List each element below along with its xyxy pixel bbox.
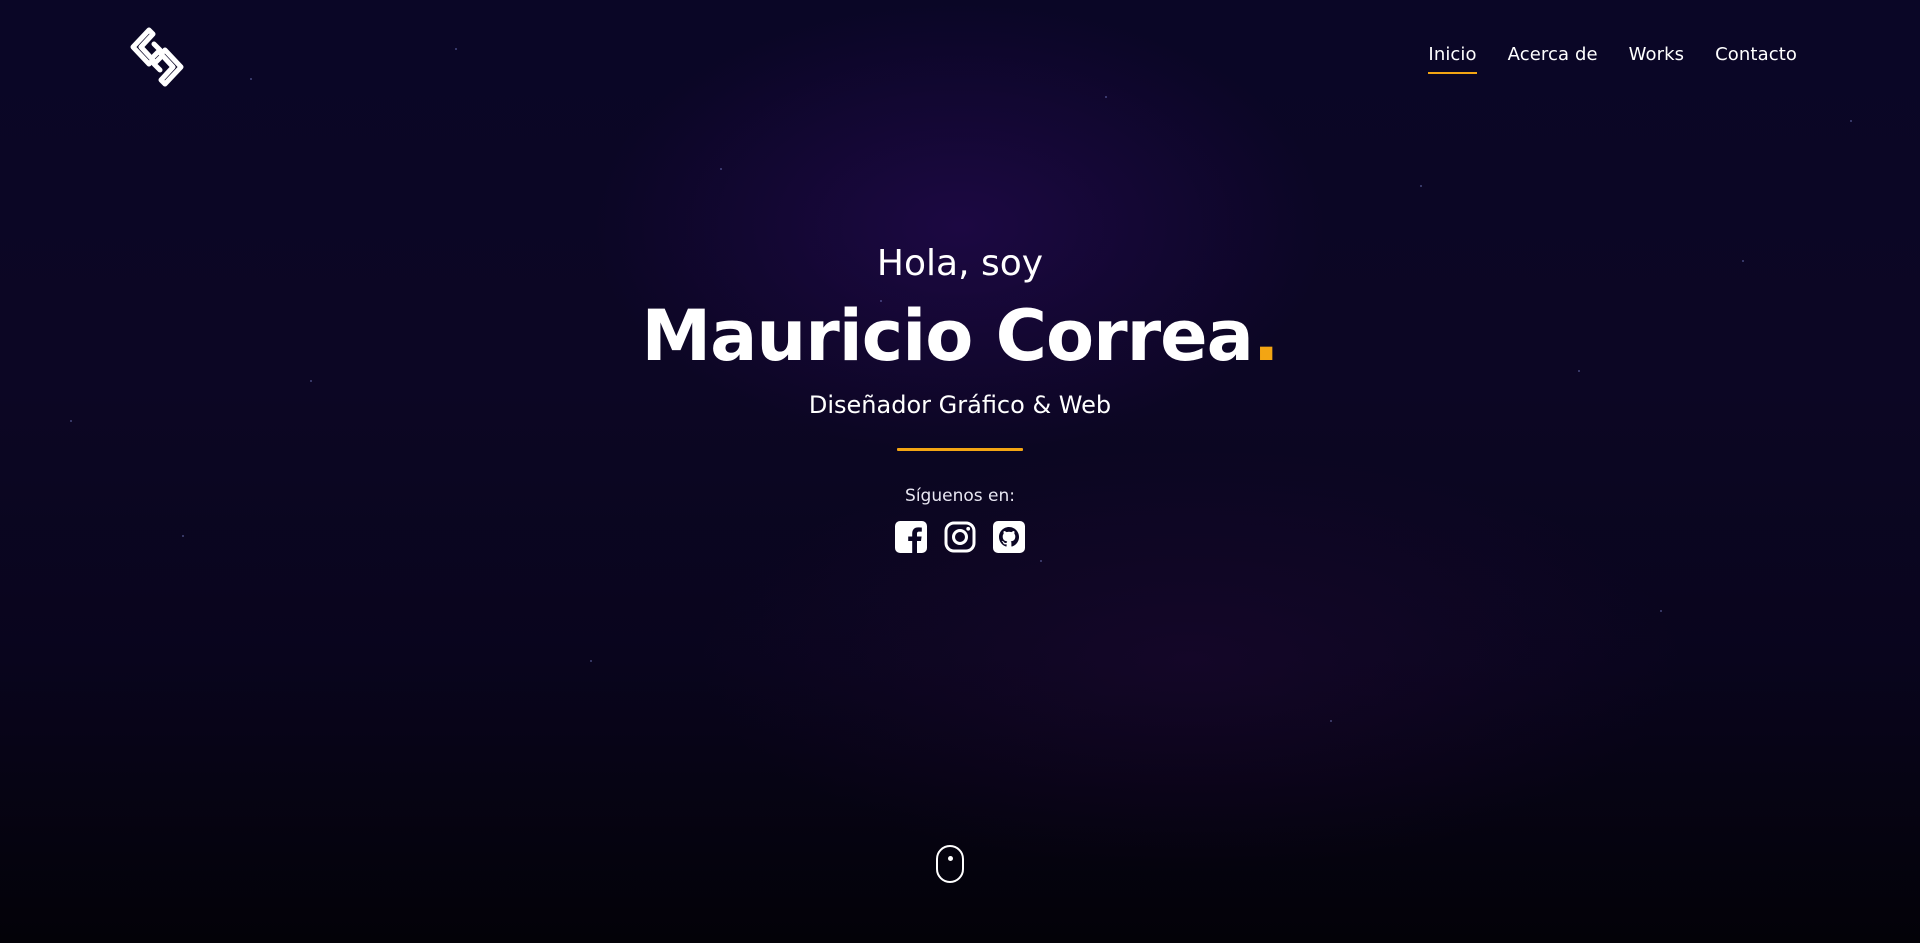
hero-role: Diseñador Gráfico & Web <box>808 391 1112 419</box>
social-links <box>0 521 1920 553</box>
hero-name: Mauricio Correa. <box>0 292 1920 380</box>
nav-item-works[interactable]: Works <box>1629 44 1684 71</box>
hero-name-dot: . <box>1252 295 1280 377</box>
facebook-icon[interactable] <box>895 521 927 553</box>
accent-divider <box>897 448 1023 451</box>
github-icon[interactable] <box>993 521 1025 553</box>
hero-name-text: Mauricio Correa <box>641 295 1253 377</box>
instagram-icon[interactable] <box>944 521 976 553</box>
mouse-scroll-icon[interactable] <box>936 845 964 883</box>
hero-greeting: Hola, soy <box>876 243 1044 284</box>
code-arrows-logo-icon[interactable] <box>123 24 191 90</box>
nav-item-contacto[interactable]: Contacto <box>1715 44 1797 71</box>
nav-item-acerca-de[interactable]: Acerca de <box>1508 44 1598 71</box>
nav-item-inicio[interactable]: Inicio <box>1428 44 1477 74</box>
main-nav: Inicio Acerca de Works Contacto <box>1428 44 1797 74</box>
hero-section: Hola, soy Mauricio Correa. Diseñador Grá… <box>0 240 1920 553</box>
follow-label: Síguenos en: <box>905 486 1015 506</box>
mouse-wheel-dot <box>948 856 953 861</box>
